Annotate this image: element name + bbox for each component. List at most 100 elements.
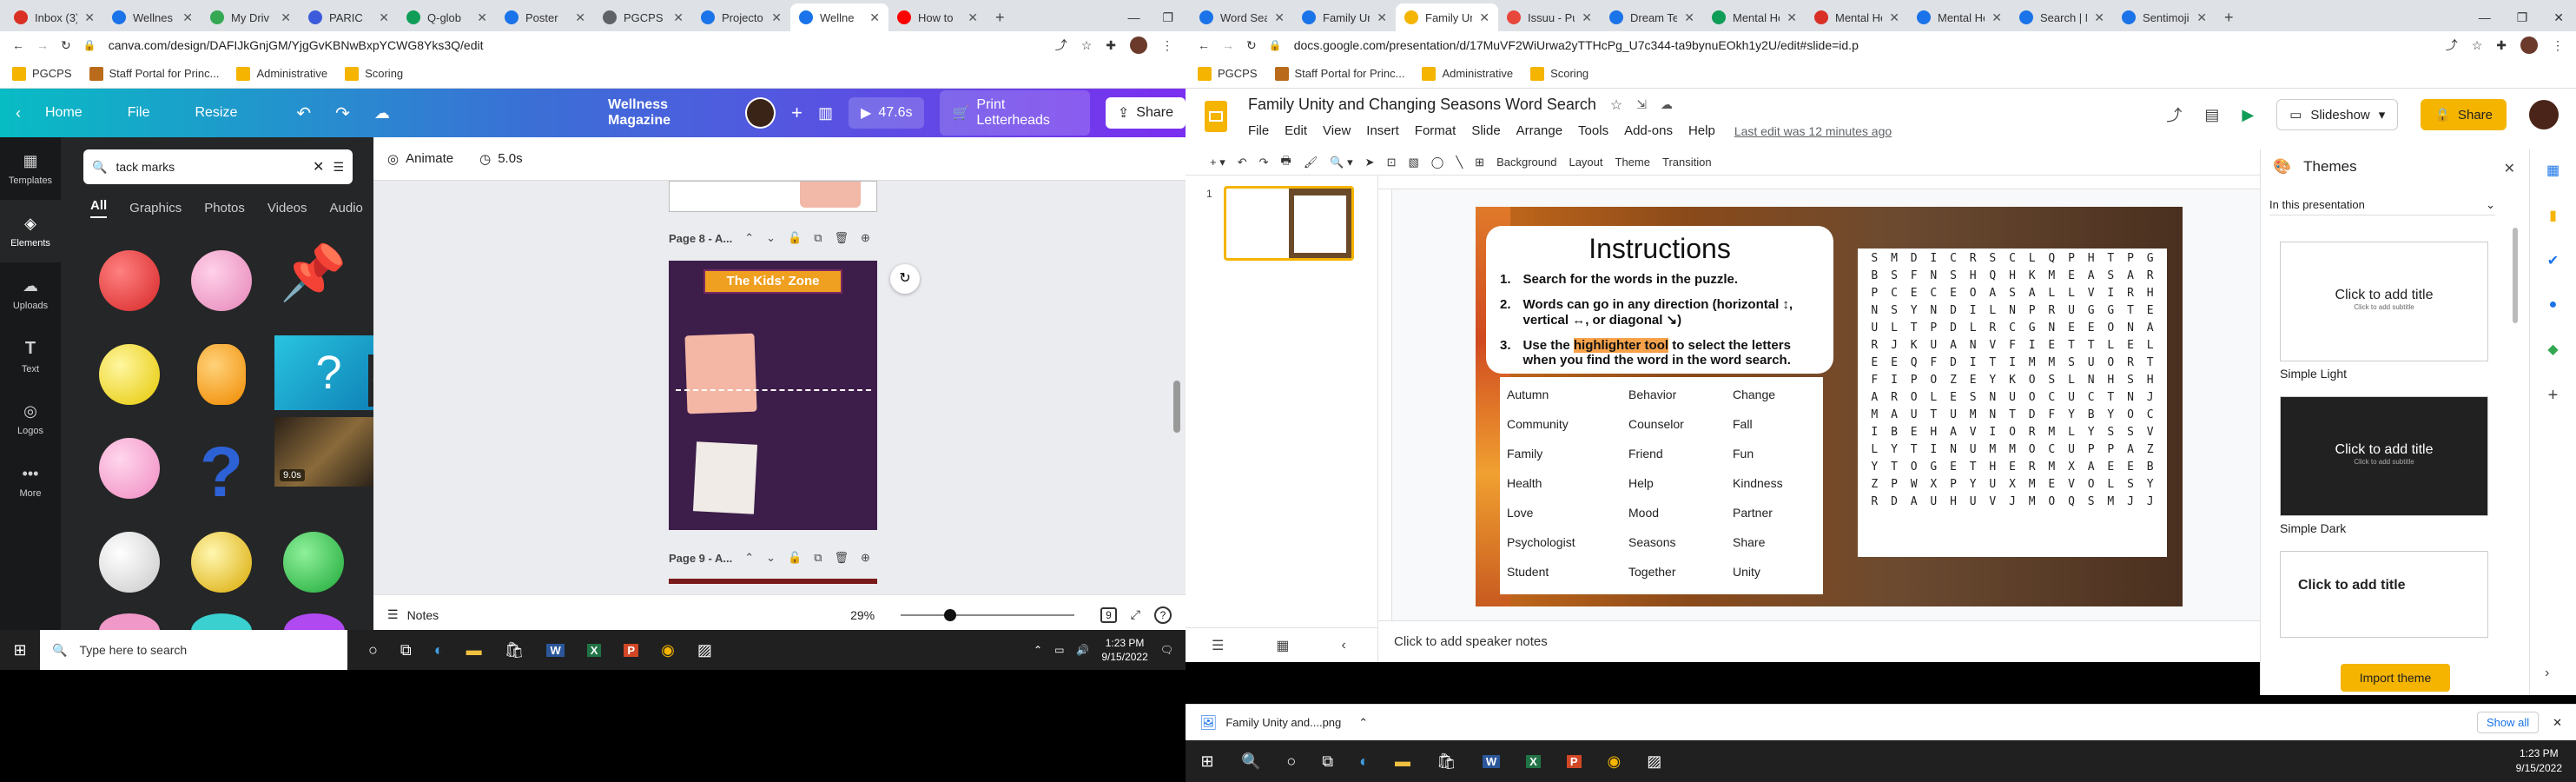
question-mark-thumb[interactable]: ?: [182, 429, 261, 516]
grid-letter[interactable]: L: [1924, 391, 1944, 404]
menu-item-add-ons[interactable]: Add-ons: [1624, 123, 1673, 138]
design-title[interactable]: Wellness Magazine: [608, 97, 730, 129]
home-button[interactable]: Home: [45, 105, 83, 121]
grid-letter[interactable]: P: [1885, 478, 1905, 491]
grid-letter[interactable]: L: [2022, 252, 2042, 265]
grid-letter[interactable]: G: [2081, 304, 2101, 317]
store-icon[interactable]: 🛍: [1437, 752, 1456, 771]
grid-letter[interactable]: S: [1885, 269, 1905, 282]
browser-tab[interactable]: Sentimoji™ ✕: [2113, 3, 2216, 31]
store-icon[interactable]: 🛍: [505, 641, 525, 659]
grid-letter[interactable]: M: [2042, 269, 2062, 282]
grid-letter[interactable]: U: [2062, 391, 2082, 404]
clock-time[interactable]: 1:23 PM: [2516, 746, 2562, 761]
search-icon[interactable]: 🔍: [1241, 752, 1260, 771]
pin-thumb[interactable]: [90, 335, 168, 422]
grid-letter[interactable]: P: [2101, 443, 2121, 456]
filter-audio[interactable]: Audio: [330, 201, 363, 215]
grid-letter[interactable]: Z: [1944, 374, 1964, 387]
tab-close-icon[interactable]: ✕: [673, 10, 684, 25]
grid-letter[interactable]: M: [2003, 443, 2023, 456]
side-uploads[interactable]: ☁ Uploads: [0, 262, 61, 325]
tab-close-icon[interactable]: ✕: [477, 10, 487, 25]
pin-thumb[interactable]: [90, 523, 168, 610]
grid-letter[interactable]: J: [2003, 495, 2023, 508]
grid-letter[interactable]: U: [1924, 339, 1944, 352]
grid-letter[interactable]: H: [1944, 495, 1964, 508]
themes-scrollbar[interactable]: [2513, 228, 2518, 323]
grid-letter[interactable]: G: [2140, 252, 2160, 265]
grid-letter[interactable]: E: [1904, 426, 1924, 439]
grid-letter[interactable]: L: [2042, 287, 2062, 300]
browser-tab[interactable]: Poster ✕: [496, 3, 594, 31]
grid-letter[interactable]: Y: [1963, 478, 1983, 491]
side-more[interactable]: ••• More: [0, 450, 61, 513]
grid-letter[interactable]: Z: [2140, 443, 2160, 456]
reload-icon[interactable]: ↻: [61, 38, 71, 53]
bookmark-star-icon[interactable]: ☆: [1081, 38, 1093, 53]
file-explorer-icon[interactable]: ▬: [466, 641, 482, 659]
chevron-up-icon[interactable]: ⌃: [744, 551, 754, 565]
grid-letter[interactable]: I: [1865, 426, 1885, 439]
pin-thumb[interactable]: [182, 523, 261, 610]
grid-letter[interactable]: T: [1885, 461, 1905, 474]
close-panel-icon[interactable]: ✕: [2504, 160, 2515, 177]
browser-tab[interactable]: Mental Heal ✕: [1908, 3, 2011, 31]
paint-format-icon[interactable]: 🖌: [1304, 156, 1318, 169]
print-icon[interactable]: 🖶: [1281, 153, 1291, 172]
filter-graphics[interactable]: Graphics: [129, 201, 182, 215]
share-page-icon[interactable]: ⤴: [1055, 36, 1067, 54]
maps-icon[interactable]: ◆: [2547, 341, 2558, 358]
back-icon[interactable]: ←: [12, 38, 24, 52]
bookmark-scoring[interactable]: Scoring: [345, 66, 403, 81]
grid-letter[interactable]: A: [1904, 495, 1924, 508]
grid-letter[interactable]: D: [2022, 408, 2042, 421]
chrome-icon[interactable]: ◉: [661, 641, 675, 659]
grid-letter[interactable]: L: [1885, 321, 1905, 335]
grid-letter[interactable]: Z: [1865, 478, 1885, 491]
grid-letter[interactable]: X: [2003, 478, 2023, 491]
speaker-notes[interactable]: Click to add speaker notes: [1378, 620, 2260, 662]
grid-letter[interactable]: O: [1904, 461, 1924, 474]
restore-icon[interactable]: ❐: [2517, 10, 2528, 25]
shape-icon[interactable]: ◯: [1431, 156, 1444, 169]
new-slide-icon[interactable]: + ▾: [1210, 156, 1225, 169]
browser-tab[interactable]: Q-glob ✕: [398, 3, 496, 31]
grid-letter[interactable]: H: [1924, 426, 1944, 439]
grid-letter[interactable]: G: [1924, 461, 1944, 474]
grid-letter[interactable]: Y: [2081, 426, 2101, 439]
grid-letter[interactable]: A: [2081, 269, 2101, 282]
bookmark-pgcps[interactable]: PGCPS: [1198, 66, 1258, 81]
browser-tab[interactable]: Mental Heal ✕: [1806, 3, 1908, 31]
chevron-up-icon[interactable]: ⌃: [744, 231, 754, 245]
edge-icon[interactable]: ◐: [1359, 752, 1369, 771]
grid-letter[interactable]: C: [2081, 391, 2101, 404]
comment-add-icon[interactable]: ⊞: [1475, 156, 1484, 169]
themes-filter-select[interactable]: In this presentation ⌄: [2269, 195, 2495, 215]
grid-letter[interactable]: V: [2140, 426, 2160, 439]
bookmark-administrative[interactable]: Administrative: [1422, 66, 1513, 81]
grid-letter[interactable]: U: [2003, 391, 2023, 404]
grid-letter[interactable]: A: [1885, 408, 1905, 421]
grid-letter[interactable]: O: [2003, 426, 2023, 439]
slideshow-button[interactable]: ▭ Slideshow ▾: [2276, 99, 2399, 130]
menu-item-slide[interactable]: Slide: [1471, 123, 1500, 138]
expand-side-icon[interactable]: ›: [2545, 666, 2549, 681]
grid-letter[interactable]: C: [2003, 321, 2023, 335]
grid-letter[interactable]: O: [2101, 321, 2121, 335]
theme-simple-light[interactable]: Click to add title Click to add subtitle: [2280, 242, 2488, 361]
url-text[interactable]: docs.google.com/presentation/d/17MuVF2Wi…: [1294, 38, 1859, 52]
browser-tab[interactable]: Inbox (3) ✕: [5, 3, 103, 31]
browser-tab[interactable]: Search | NAI ✕: [2011, 3, 2113, 31]
activity-icon[interactable]: ⤴: [2166, 103, 2182, 126]
grid-letter[interactable]: N: [1865, 304, 1885, 317]
volume-icon[interactable]: 🔊: [1076, 644, 1089, 656]
clock-date[interactable]: 9/15/2022: [1101, 650, 1147, 664]
excel-icon[interactable]: X: [1526, 754, 1541, 768]
grid-letter[interactable]: L: [2062, 426, 2082, 439]
grid-letter[interactable]: A: [1944, 426, 1964, 439]
grid-letter[interactable]: N: [2042, 321, 2062, 335]
browser-tab[interactable]: PGCPS ✕: [594, 3, 692, 31]
side-text[interactable]: T Text: [0, 325, 61, 388]
grid-letter[interactable]: O: [2022, 391, 2042, 404]
